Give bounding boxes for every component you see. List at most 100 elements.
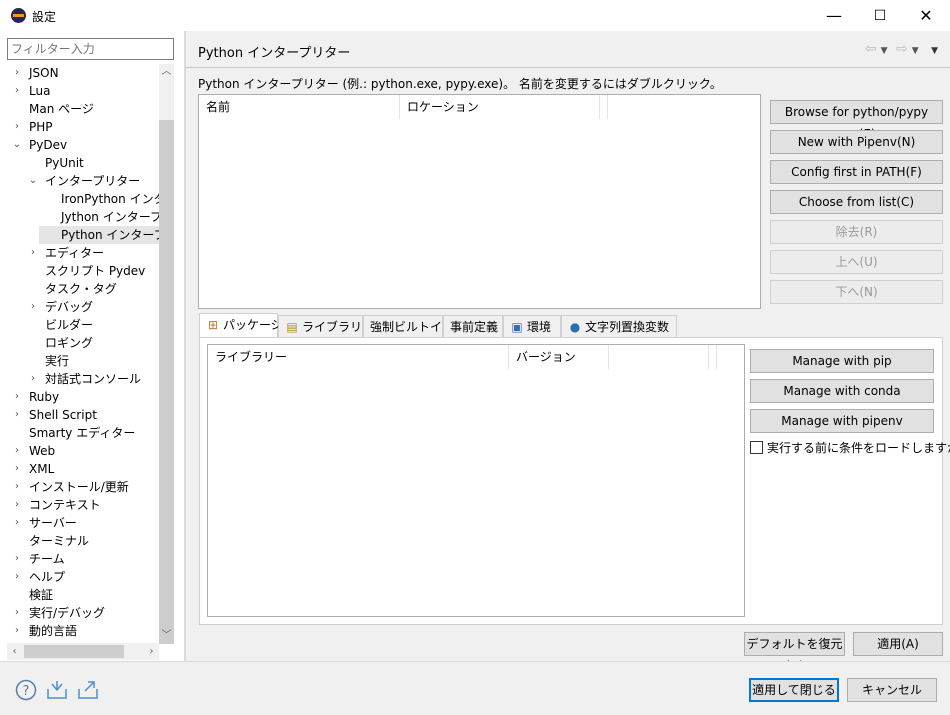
apply-button[interactable]: 適用(A) [853, 632, 943, 656]
load-conditions-option[interactable]: 実行する前に条件をロードしますか? [750, 439, 950, 456]
forward-menu-chevron-icon[interactable]: ▼ [912, 46, 919, 56]
chevron-right-icon[interactable]: › [12, 410, 22, 420]
tree-item[interactable]: › XML [7, 460, 159, 478]
tree-item-label: コンテキスト [29, 498, 101, 512]
chevron-right-icon[interactable]: › [12, 608, 22, 618]
chevron-right-icon[interactable]: › [12, 482, 22, 492]
view-menu-icon[interactable]: ▼ [931, 46, 938, 56]
tab-libraries[interactable]: ▤ ライブラリー [278, 315, 374, 337]
chevron-right-icon[interactable]: › [12, 464, 22, 474]
tree-item[interactable]: ロギング [23, 334, 159, 352]
chevron-down-icon[interactable]: ⌄ [28, 176, 38, 186]
tree-item[interactable]: › Web [7, 442, 159, 460]
tree-item[interactable]: Jython インタープリタ [39, 208, 159, 226]
tree-item[interactable]: › ヘルプ [7, 568, 159, 586]
chevron-right-icon[interactable]: › [28, 302, 38, 312]
tree-item[interactable]: 検証 [7, 586, 159, 604]
tree-vertical-scrollbar[interactable]: ︿ ﹀ [159, 64, 174, 644]
chevron-right-icon[interactable]: › [12, 518, 22, 528]
packages-table[interactable]: ライブラリー バージョン [207, 344, 745, 617]
move-down-button[interactable]: 下へ(N) [770, 280, 943, 304]
chevron-right-icon[interactable]: › [12, 86, 22, 96]
tree-item[interactable]: スクリプト Pydev [23, 262, 159, 280]
back-arrow-icon[interactable]: ⇦ [865, 41, 877, 57]
chevron-right-icon[interactable]: › [12, 626, 22, 636]
tree-item[interactable]: › エディター [23, 244, 159, 262]
tree-item[interactable]: Python インタープリタ [39, 226, 159, 244]
minimize-button[interactable]: — [811, 0, 857, 31]
tree-item[interactable]: ビルダー [23, 316, 159, 334]
chevron-right-icon[interactable]: › [28, 374, 38, 384]
tree-item[interactable]: Smarty エディター [7, 424, 159, 442]
manage-with-conda-button[interactable]: Manage with conda [750, 379, 934, 403]
tree-item[interactable]: ターミナル [7, 532, 159, 550]
apply-and-close-button[interactable]: 適用して閉じる [749, 678, 839, 702]
back-menu-chevron-icon[interactable]: ▼ [881, 46, 888, 56]
cancel-button[interactable]: キャンセル [847, 678, 937, 702]
tree-item[interactable]: ⌄ PyDev [7, 136, 159, 154]
chevron-right-icon[interactable]: › [12, 122, 22, 132]
chevron-right-icon[interactable]: › [12, 68, 22, 78]
tree-item[interactable]: ⌄ インタープリター [23, 172, 159, 190]
column-header-library[interactable]: ライブラリー [208, 345, 509, 369]
restore-defaults-button[interactable]: デフォルトを復元(D) [744, 632, 845, 673]
choose-from-list-button[interactable]: Choose from list(C) [770, 190, 943, 214]
scroll-up-icon[interactable]: ︿ [159, 64, 174, 79]
tree-item[interactable]: タスク・タグ [23, 280, 159, 298]
scrollbar-thumb[interactable] [24, 645, 124, 658]
filter-input[interactable] [7, 38, 174, 60]
load-conditions-checkbox[interactable] [750, 441, 763, 454]
manage-with-pip-button[interactable]: Manage with pip [750, 349, 934, 373]
tree-item[interactable]: › 実行/デバッグ [7, 604, 159, 622]
maximize-button[interactable]: ☐ [857, 0, 903, 31]
help-icon[interactable]: ? [15, 679, 37, 701]
config-first-in-path-button[interactable]: Config first in PATH(F) [770, 160, 943, 184]
export-icon[interactable] [77, 679, 99, 701]
move-up-button[interactable]: 上へ(U) [770, 250, 943, 274]
chevron-right-icon[interactable]: › [12, 392, 22, 402]
interpreters-table[interactable]: 名前 ロケーション [198, 94, 761, 309]
tree-item[interactable]: › コンテキスト [7, 496, 159, 514]
manage-with-pipenv-button[interactable]: Manage with pipenv [750, 409, 934, 433]
forward-arrow-icon[interactable]: ⇨ [896, 41, 908, 57]
chevron-down-icon[interactable]: ⌄ [12, 140, 22, 150]
tab-string-substitution[interactable]: ● 文字列置換変数 [561, 315, 677, 337]
tree-item[interactable]: Man ページ [7, 100, 159, 118]
tab-environment[interactable]: ▣ 環境 [503, 315, 561, 337]
column-header-name[interactable]: 名前 [199, 95, 400, 119]
tree-item[interactable]: › PHP [7, 118, 159, 136]
close-button[interactable]: ✕ [903, 0, 949, 31]
chevron-right-icon[interactable]: › [12, 500, 22, 510]
tree-item[interactable]: › サーバー [7, 514, 159, 532]
tree-item[interactable]: › Ruby [7, 388, 159, 406]
chevron-right-icon[interactable]: › [12, 554, 22, 564]
new-with-pipenv-button[interactable]: New with Pipenv(N) [770, 130, 943, 154]
tree-item[interactable]: › Lua [7, 82, 159, 100]
tree-item[interactable]: IronPython インター [39, 190, 159, 208]
tree-item[interactable]: › チーム [7, 550, 159, 568]
chevron-right-icon[interactable]: › [28, 248, 38, 258]
tree-item[interactable]: PyUnit [23, 154, 159, 172]
scroll-left-icon[interactable]: ‹ [7, 643, 22, 660]
chevron-right-icon[interactable]: › [12, 572, 22, 582]
tree-item[interactable]: › 動的言語 [7, 622, 159, 640]
chevron-right-icon[interactable]: › [12, 446, 22, 456]
tree-item[interactable]: 実行 [23, 352, 159, 370]
browse-python-button[interactable]: Browse for python/pypy exe(E) [770, 100, 943, 141]
tree-item[interactable]: › 対話式コンソール [23, 370, 159, 388]
tree-item[interactable]: › インストール/更新 [7, 478, 159, 496]
tree-horizontal-scrollbar[interactable]: ‹ › [7, 643, 159, 660]
tree-item[interactable]: › デバッグ [23, 298, 159, 316]
tree-item[interactable]: › JSON [7, 64, 159, 82]
scroll-right-icon[interactable]: › [144, 643, 159, 660]
tab-packages[interactable]: ⊞ パッケージ [199, 313, 283, 338]
scrollbar-thumb[interactable] [159, 120, 174, 644]
tab-predefined[interactable]: 事前定義 [443, 315, 503, 337]
scroll-down-icon[interactable]: ﹀ [159, 628, 174, 643]
tree-item[interactable]: › Shell Script [7, 406, 159, 424]
remove-button[interactable]: 除去(R) [770, 220, 943, 244]
column-header-version[interactable]: バージョン [509, 345, 609, 369]
column-header-location[interactable]: ロケーション [400, 95, 600, 119]
tab-forced-builtins[interactable]: 強制ビルトイン [363, 315, 454, 337]
import-icon[interactable] [46, 679, 68, 701]
